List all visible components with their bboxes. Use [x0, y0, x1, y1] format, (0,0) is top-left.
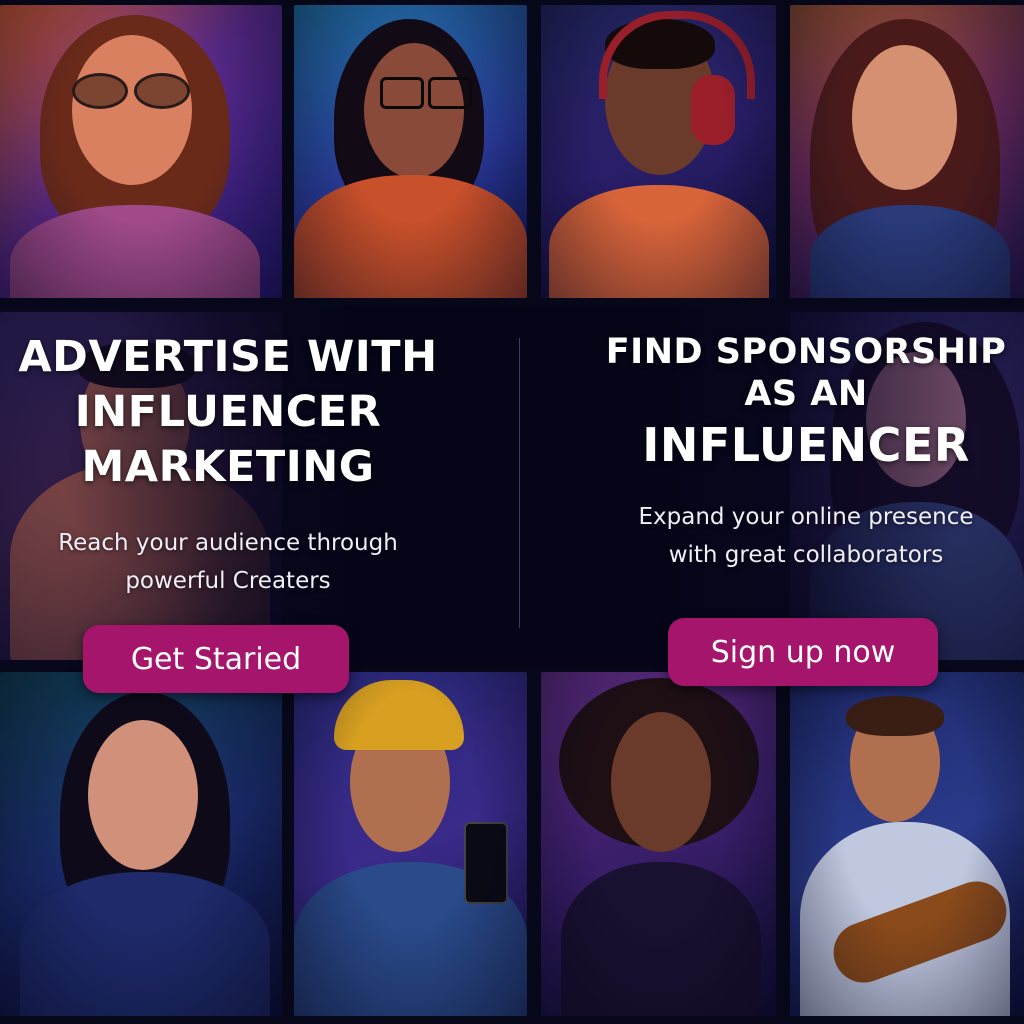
sponsorship-subtext: Expand your online presence with great c… [596, 498, 1016, 574]
headline-line: INFLUENCER [642, 418, 970, 472]
photo-woman-sunglasses [0, 5, 282, 298]
photo-man-playing-guitar [790, 672, 1024, 1016]
sign-up-button[interactable]: Sign up now [668, 618, 938, 686]
photo-man-headphones [541, 5, 776, 298]
subtext-line: powerful Creaters [125, 568, 331, 594]
headline-line: FIND SPONSORSHIP [605, 332, 1007, 372]
sponsorship-headline: FIND SPONSORSHIP AS AN INFLUENCER [596, 330, 1016, 476]
headline-line: ADVERTISE WITH [18, 332, 438, 382]
get-started-button[interactable]: Get Staried [83, 625, 349, 693]
advertise-headline: ADVERTISE WITH INFLUENCER MARKETING [10, 330, 446, 495]
photo-woman-curly-hair [541, 672, 776, 1016]
subtext-line: Expand your online presence [638, 504, 974, 530]
ad-banner: ADVERTISE WITH INFLUENCER MARKETING Reac… [0, 0, 1024, 1024]
advertise-subtext: Reach your audience through powerful Cre… [10, 524, 446, 600]
headline-line: MARKETING [81, 442, 375, 492]
subtext-line: Reach your audience through [58, 530, 398, 556]
photo-woman-yellow-beanie-phone [294, 672, 527, 1016]
subtext-line: with great collaborators [668, 542, 944, 568]
photo-woman-long-hair [790, 5, 1024, 298]
column-divider [519, 338, 520, 628]
photo-woman-smiling [0, 672, 282, 1016]
photo-woman-glasses-turtleneck [294, 5, 527, 298]
headline-line: INFLUENCER [74, 387, 382, 437]
headline-line: AS AN [744, 374, 868, 414]
